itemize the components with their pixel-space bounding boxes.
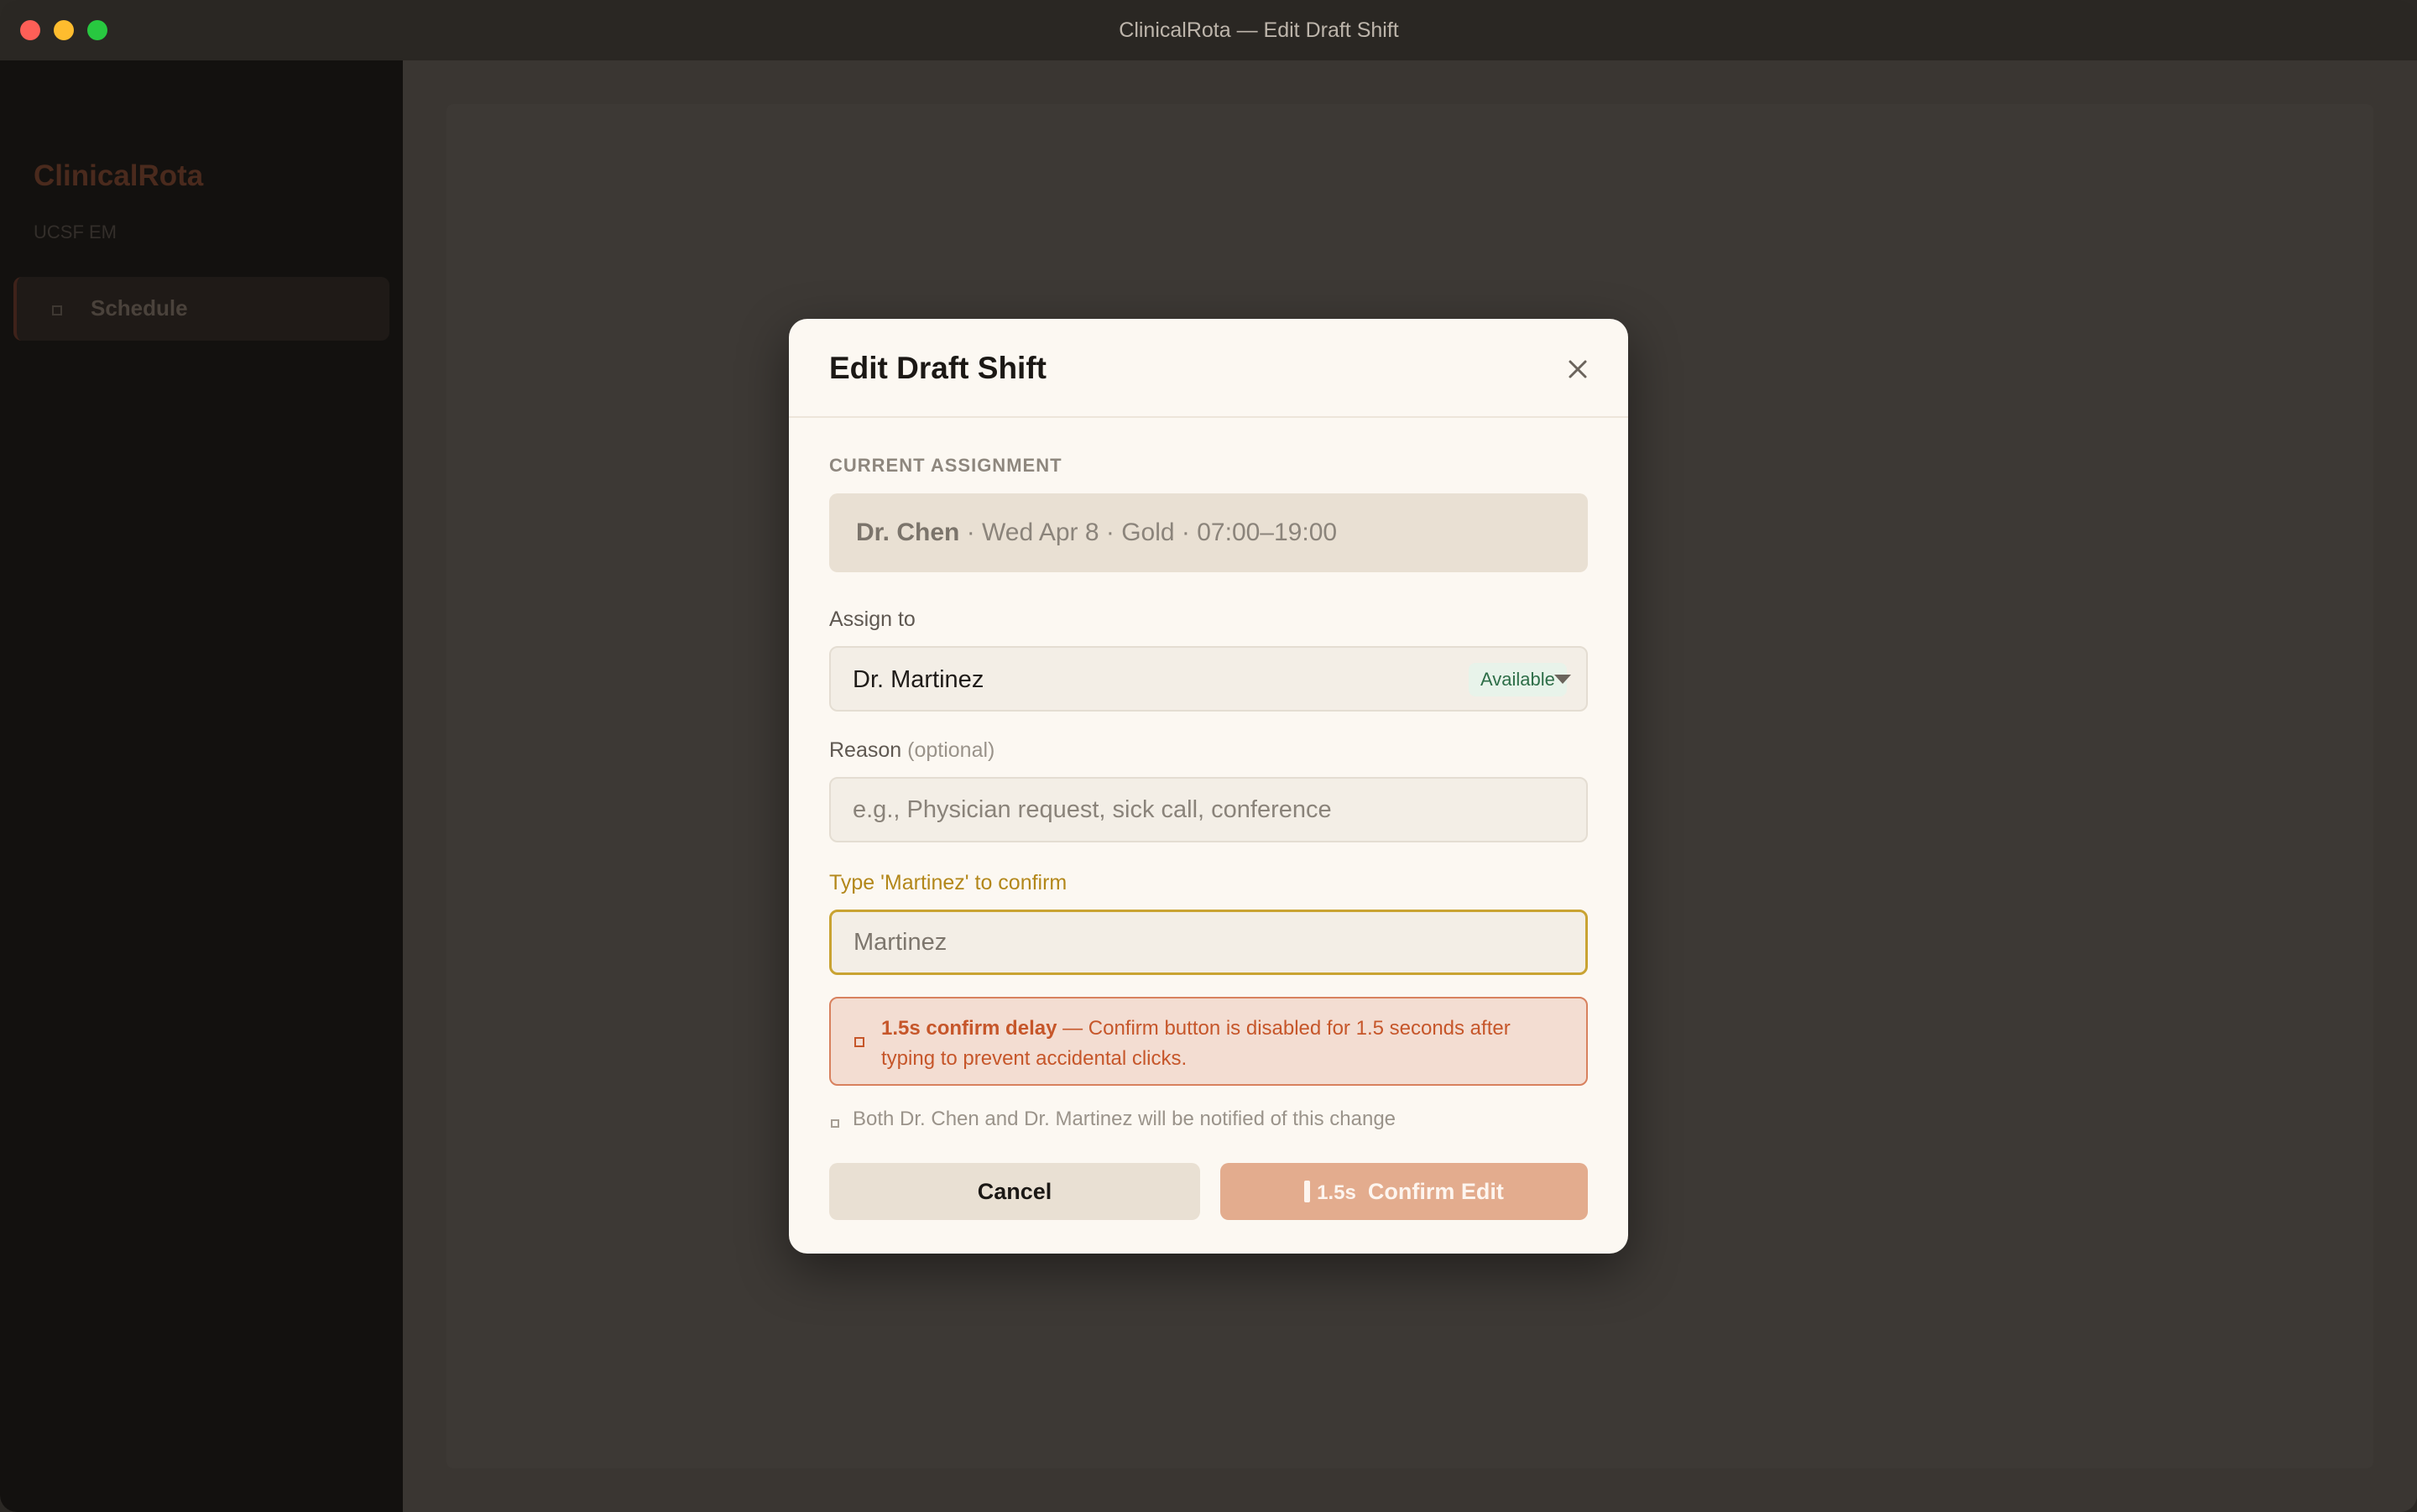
close-icon[interactable] — [1561, 352, 1595, 386]
confirm-name-input[interactable] — [829, 910, 1588, 975]
warning-title: 1.5s confirm delay — [881, 1017, 1057, 1040]
chevron-down-icon — [1554, 675, 1571, 684]
hourglass-icon — [1304, 1180, 1311, 1202]
notify-text: Both Dr. Chen and Dr. Martinez will be n… — [853, 1108, 1396, 1130]
current-shift-details: · Wed Apr 8 · Gold · 07:00–19:00 — [959, 519, 1338, 546]
dialog-header: Edit Draft Shift — [789, 319, 1628, 418]
sidebar: ClinicalRota UCSF EM Schedule — [0, 60, 403, 1512]
org-name: UCSF EM — [34, 222, 117, 242]
current-physician: Dr. Chen — [856, 519, 960, 546]
warning-text: 1.5s confirm delay — Confirm button is d… — [881, 1014, 1569, 1074]
sidebar-item-label: Schedule — [91, 295, 188, 321]
assign-to-select[interactable]: Dr. Martinez Available — [829, 646, 1588, 712]
current-assignment: Dr. Chen · Wed Apr 8 · Gold · 07:00–19:0… — [829, 493, 1588, 572]
bell-icon — [831, 1119, 839, 1128]
cancel-button[interactable]: Cancel — [829, 1163, 1200, 1220]
reason-input[interactable] — [829, 777, 1588, 842]
app-window: ClinicalRota — Edit Draft Shift Clinical… — [0, 0, 2417, 1512]
reason-label-text: Reason — [829, 738, 902, 762]
reason-optional-hint: (optional) — [907, 738, 995, 762]
window-title: ClinicalRota — Edit Draft Shift — [1119, 18, 1399, 42]
confirm-delay-warning: 1.5s confirm delay — Confirm button is d… — [829, 997, 1588, 1086]
edit-shift-dialog: Edit Draft Shift CURRENT ASSIGNMENT Dr. … — [789, 319, 1628, 1254]
confirm-timer: 1.5s — [1317, 1181, 1356, 1204]
reason-label: Reason (optional) — [829, 738, 994, 763]
warning-icon — [854, 1037, 864, 1047]
current-assignment-label: CURRENT ASSIGNMENT — [829, 455, 1062, 476]
assign-to-label: Assign to — [829, 607, 916, 631]
calendar-icon — [52, 305, 62, 315]
sidebar-item-schedule[interactable]: Schedule — [13, 277, 389, 341]
confirm-label: Type 'Martinez' to confirm — [829, 871, 1068, 894]
confirm-edit-button[interactable]: 1.5s Confirm Edit — [1220, 1163, 1588, 1220]
availability-badge: Available — [1469, 663, 1567, 696]
brand-logo: ClinicalRota — [34, 159, 204, 192]
dialog-title: Edit Draft Shift — [829, 351, 1047, 385]
confirm-edit-label: Confirm Edit — [1367, 1178, 1504, 1204]
title-bar: ClinicalRota — Edit Draft Shift — [0, 0, 2417, 60]
assign-to-value: Dr. Martinez — [853, 666, 984, 693]
